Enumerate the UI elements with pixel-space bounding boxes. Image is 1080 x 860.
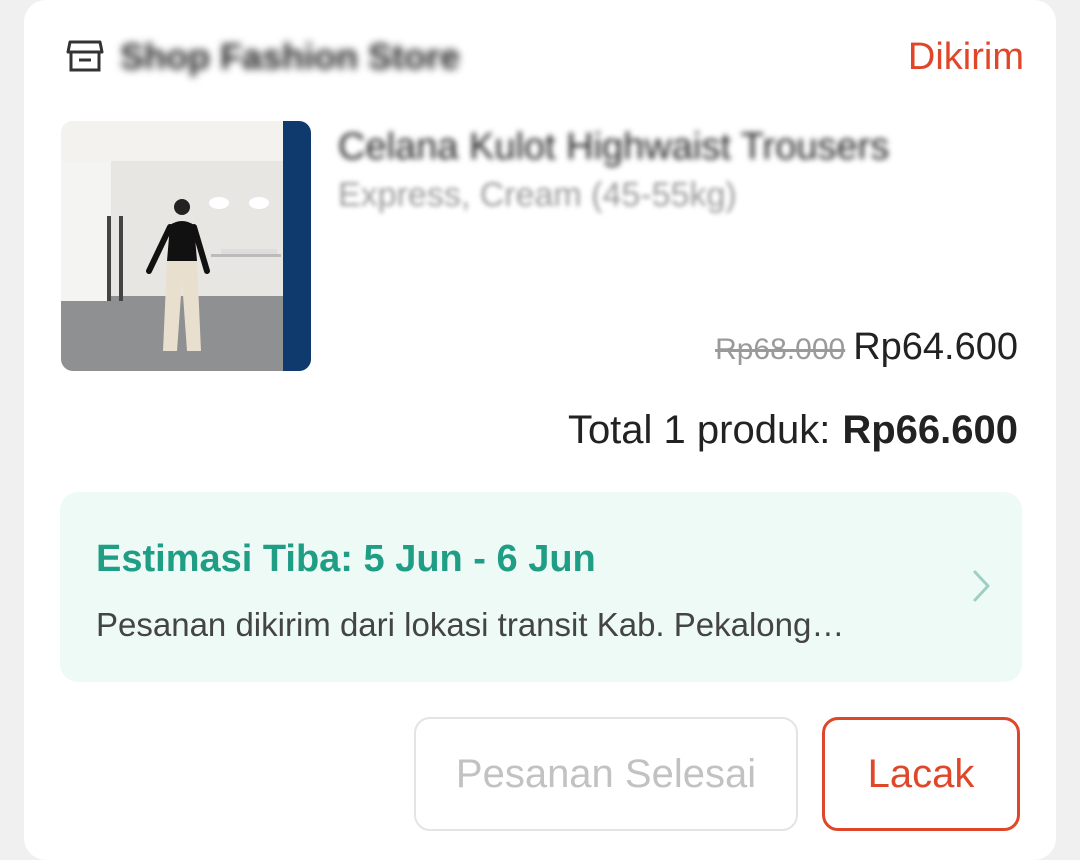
discounted-price: Rp64.600 <box>853 326 1018 368</box>
tracking-panel[interactable]: Estimasi Tiba: 5 Jun - 6 Jun Pesanan dik… <box>60 492 1022 682</box>
tracking-status-text: Pesanan dikirim dari lokasi transit Kab.… <box>96 606 845 643</box>
track-button[interactable]: Lacak <box>822 717 1020 831</box>
total-amount: Rp66.600 <box>842 408 1018 452</box>
order-card[interactable]: Shop Fashion Store Dikirim Celana Kulot … <box>24 0 1056 860</box>
product-name[interactable]: Celana Kulot Highwaist Trousers <box>338 126 1018 172</box>
original-price: Rp68.000 <box>715 333 846 366</box>
order-status: Dikirim <box>907 36 1024 78</box>
order-total: Total 1 produk: Rp66.600 <box>568 408 1018 458</box>
estimated-arrival: Estimasi Tiba: 5 Jun - 6 Jun <box>96 538 596 580</box>
chevron-right-icon[interactable] <box>970 566 994 606</box>
store-icon <box>66 38 104 74</box>
complete-order-button[interactable]: Pesanan Selesai <box>414 717 798 831</box>
shop-header: Shop Fashion Store Dikirim <box>64 34 1024 84</box>
shop-name[interactable]: Shop Fashion Store <box>120 36 520 80</box>
total-label: Total 1 produk: <box>567 408 831 452</box>
product-variant: Express, Cream (45-55kg) <box>338 176 737 214</box>
price-row: Rp68.000 Rp64.600 <box>715 326 1018 370</box>
product-image[interactable] <box>61 121 311 371</box>
